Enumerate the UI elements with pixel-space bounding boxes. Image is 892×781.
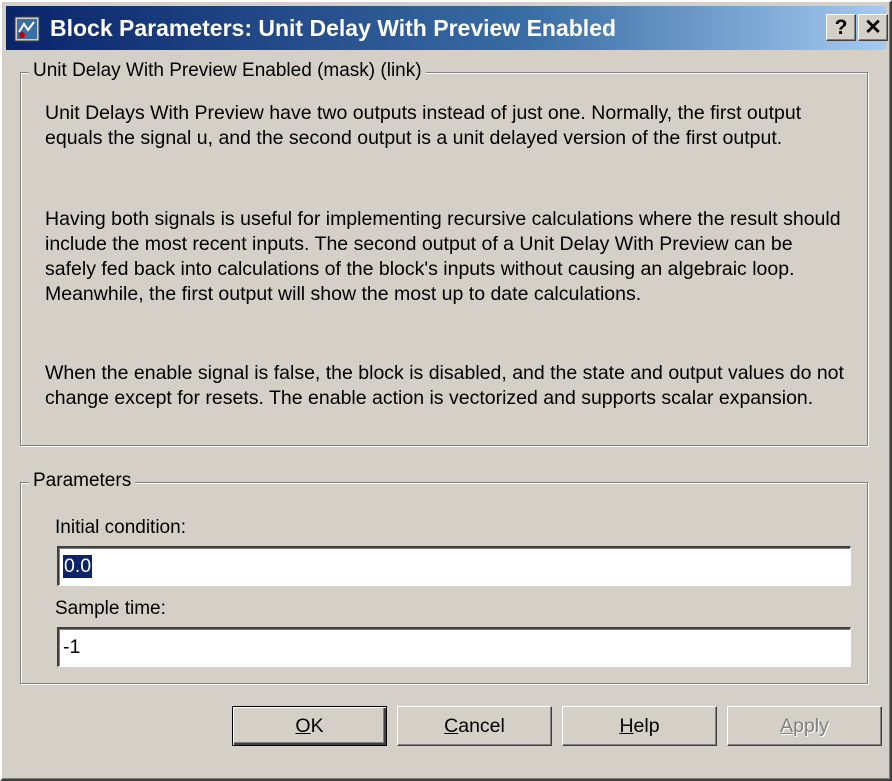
help-glyph: ?: [834, 15, 848, 39]
sample-time-value: -1: [63, 636, 81, 658]
description-paragraph-3: When the enable signal is false, the blo…: [45, 362, 844, 409]
description-legend: Unit Delay With Preview Enabled (mask) (…: [29, 60, 426, 82]
help-mnemonic: H: [619, 714, 634, 737]
window-title: Block Parameters: Unit Delay With Previe…: [50, 15, 617, 41]
close-icon[interactable]: ✕: [858, 14, 888, 41]
initial-condition-value: 0.0: [63, 555, 93, 578]
cancel-label-rest: ancel: [458, 714, 505, 737]
cancel-mnemonic: C: [444, 714, 459, 737]
title-bar[interactable]: Block Parameters: Unit Delay With Previe…: [6, 6, 888, 50]
apply-label-rest: pply: [793, 714, 829, 737]
dialog-window: Block Parameters: Unit Delay With Previe…: [0, 0, 892, 781]
ok-label-rest: K: [310, 714, 324, 737]
parameters-legend: Parameters: [29, 470, 136, 492]
help-button[interactable]: Help: [562, 706, 717, 746]
sample-time-field[interactable]: -1: [57, 627, 851, 667]
help-icon[interactable]: ?: [826, 14, 856, 41]
sample-time-label: Sample time:: [55, 598, 166, 619]
initial-condition-label: Initial condition:: [55, 517, 186, 538]
ok-mnemonic: O: [295, 714, 311, 737]
description-paragraph-2: Having both signals is useful for implem…: [45, 208, 841, 305]
parameters-group: Parameters Initial condition: 0.0 Sample…: [20, 470, 868, 684]
description-paragraph-1: Unit Delays With Preview have two output…: [45, 102, 802, 149]
close-glyph: ✕: [864, 16, 882, 39]
help-label-rest: elp: [633, 714, 660, 737]
initial-condition-field[interactable]: 0.0: [57, 546, 851, 586]
ok-button[interactable]: OK: [232, 706, 387, 746]
apply-mnemonic: A: [780, 714, 794, 737]
description-group: Unit Delay With Preview Enabled (mask) (…: [20, 60, 868, 446]
simulink-block-icon: [14, 16, 40, 42]
cancel-button[interactable]: Cancel: [397, 706, 552, 746]
apply-button[interactable]: Apply: [727, 706, 882, 746]
